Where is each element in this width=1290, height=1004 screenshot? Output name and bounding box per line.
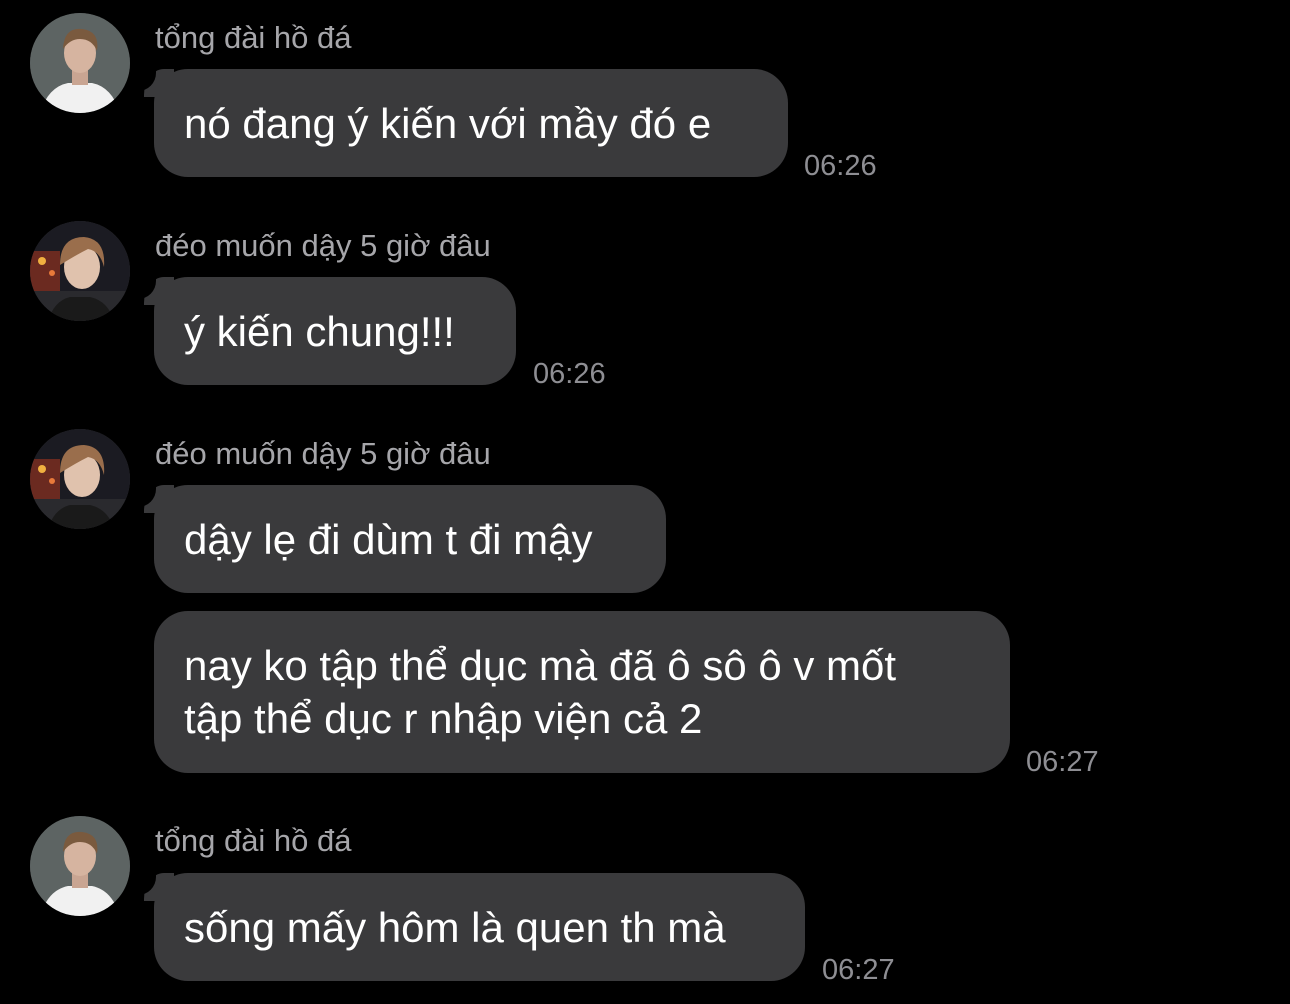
message-time: 06:26 — [533, 358, 606, 390]
avatar-male-night-lights-icon — [30, 429, 130, 529]
message-bubble[interactable]: sống mấy hôm là quen th mà — [134, 869, 805, 981]
message-text: sống mấy hôm là quen th mà — [184, 904, 726, 951]
sender-name: đéo muốn dậy 5 giờ đâu — [155, 436, 491, 471]
avatar-male-white-shirt-icon — [30, 13, 130, 113]
avatar[interactable] — [30, 221, 130, 321]
message-text: dậy lẹ đi dùm t đi mậy — [184, 516, 593, 563]
message-text-line: tập thể dục r nhập viện cả 2 — [184, 695, 703, 742]
avatar[interactable] — [30, 13, 130, 113]
avatar[interactable] — [30, 816, 130, 916]
message-bubble[interactable]: ý kiến chung!!! — [134, 273, 516, 385]
sender-name: đéo muốn dậy 5 giờ đâu — [155, 228, 491, 263]
message-time: 06:27 — [822, 954, 895, 986]
message-text: ý kiến chung!!! — [184, 308, 455, 355]
sender-name: tổng đài hồ đá — [155, 20, 352, 55]
message-bubble[interactable]: nay ko tập thể dục mà đã ô sô ô v mốt tậ… — [154, 611, 1010, 773]
message-bubble[interactable]: nó đang ý kiến với mầy đó e — [134, 65, 788, 177]
message-text-line: nay ko tập thể dục mà đã ô sô ô v mốt — [184, 642, 897, 689]
avatar-male-white-shirt-icon — [30, 816, 130, 916]
message-time: 06:26 — [804, 150, 877, 182]
sender-name: tổng đài hồ đá — [155, 823, 352, 858]
message-time: 06:27 — [1026, 746, 1099, 778]
message-bubble[interactable]: dậy lẹ đi dùm t đi mậy — [134, 481, 666, 593]
message-text: nó đang ý kiến với mầy đó e — [184, 100, 712, 147]
avatar[interactable] — [30, 429, 130, 529]
avatar-male-night-lights-icon — [30, 221, 130, 321]
